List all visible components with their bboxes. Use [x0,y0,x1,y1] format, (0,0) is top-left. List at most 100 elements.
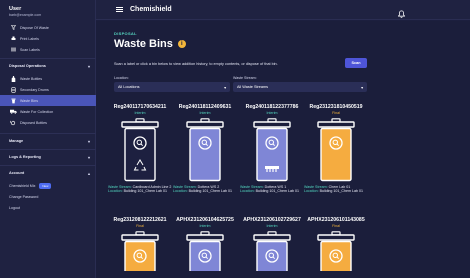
location-select[interactable]: All Locations ▾ [114,82,230,92]
bin-id: APHX231206104625725 [176,217,234,223]
waste-stream-select-value: All Waste Streams [237,85,269,89]
bin-status: Final [332,224,340,228]
waste-bin-card[interactable]: Reg240117170634211 Interim Waste Stream: C… [108,104,172,194]
history-icon [6,120,20,126]
menu-icon[interactable] [116,6,123,13]
bin-meta: Waste Stream: Chem Lab 01 Location: Build… [304,185,368,194]
waste-bin-card[interactable]: Reg240118122377786 Interim Waste Stream: D… [240,104,304,194]
location-key: Location: [108,189,123,194]
bin-icon[interactable] [185,118,225,182]
location-label: Location: [114,76,129,80]
sidebar-item-waste-bottles[interactable]: Waste Bottles [0,73,96,84]
bin-id: Reg240118122377786 [245,104,299,110]
sidebar-item-label: Waste Bins [20,98,39,103]
waste-bin-card[interactable]: Reg231208122212621 Final [108,217,172,271]
bottle-icon [6,75,20,82]
bin-icon[interactable] [316,118,356,182]
user-email: barb@example.com [9,13,42,17]
bin-status: Interim [266,111,278,115]
section-logs-reporting[interactable]: Logs & Reporting ▾ [0,152,96,162]
bin-status: Final [136,224,144,228]
breadcrumb: DISPOSAL [114,31,137,36]
bin-icon[interactable] [120,118,160,182]
bin-id: APHX231206101143085 [307,217,365,223]
section-label: Disposal Operations [9,64,46,68]
location-key: Location: [304,189,319,194]
sidebar-item-chemishield-mix[interactable]: Chemishield Mix New [9,183,52,189]
waste-stream-key: Waste Stream: [173,185,197,189]
sidebar-item-logout[interactable]: Logout [9,206,20,210]
waste-stream-key: Waste Stream: [108,185,132,189]
chevron-down-icon: ▾ [87,138,90,144]
waste-stream-value: Cardboard Admin Line 2 [132,185,172,189]
waste-stream-value: Dottera WS 2 [197,185,220,189]
bin-icon[interactable] [120,231,160,271]
user-block: User barb@example.com [0,0,95,17]
printer-icon [6,36,20,41]
location-value: Building 101_Chem Lab 01 [255,189,299,194]
waste-bin-card[interactable]: Reg240118112409631 Interim Waste Stream: D… [173,104,237,194]
info-icon[interactable]: i [177,40,186,48]
bin-id: APHX231206102729627 [243,217,301,223]
location-select-value: All Locations [118,85,140,89]
sidebar-item-waste-bins[interactable]: Waste Bins [0,95,96,106]
sidebar-item-secondary-drums[interactable]: Secondary Drums [0,84,96,95]
sidebar-item-label: Print Labels [20,36,39,41]
sidebar-item-dispose-of-waste[interactable]: Dispose Of Waste [0,22,96,33]
waste-stream-key: Waste Stream: [304,185,328,189]
location-key: Location: [173,189,188,194]
waste-bin-card[interactable]: APHX231206102729627 Interim [240,217,304,271]
bin-icon[interactable] [185,231,225,271]
user-name: User [9,6,22,12]
section-manage[interactable]: Manage ▾ [0,136,96,146]
section-label: Manage [9,139,24,143]
sidebar-item-label: Waste Bottles [20,76,43,81]
scan-button[interactable]: Scan [345,58,367,68]
waste-stream-select[interactable]: All Waste Streams ▾ [233,82,367,92]
bin-icon[interactable] [316,231,356,271]
location-value: Building 101_Chem Lab 01 [123,189,167,194]
new-badge: New [39,183,52,189]
waste-bin-card[interactable]: APHX231206104625725 Interim [173,217,237,271]
sidebar-item-label: Secondary Drums [20,87,49,92]
app-title: Chemishield [130,6,172,13]
bin-icon[interactable] [252,118,292,182]
sidebar-item-disposed-bottles[interactable]: Disposed Bottles [0,117,96,128]
barcode-icon [6,47,20,52]
divider [0,133,96,134]
main-content: DISPOSAL Waste Bins i Scan a label or cl… [96,21,470,278]
waste-stream-value: Chem Lab 01 [328,185,351,189]
section-account[interactable]: Account ▴ [0,168,96,178]
location-value: Building 101_Chem Lab 01 [319,189,363,194]
section-label: Account [9,171,25,175]
bin-status: Interim [199,111,211,115]
bin-status: Final [332,111,340,115]
chevron-down-icon: ▾ [224,85,226,90]
sidebar: User barb@example.com Dispose Of Waste P… [0,0,96,278]
app: User barb@example.com Dispose Of Waste P… [0,0,470,278]
sidebar-item-waste-for-collection[interactable]: Waste For Collection [0,106,96,117]
waste-stream-label: Waste Stream: [233,76,257,80]
bin-meta: Waste Stream: Cardboard Admin Line 2 Loca… [108,185,172,194]
waste-bin-card[interactable]: Reg231231810450519 Final Waste Stream: Che… [304,104,368,194]
bin-id: Reg240117170634211 [113,104,167,110]
sidebar-item-label: Dispose Of Waste [20,25,49,30]
sidebar-item-scan-labels[interactable]: Scan Labels [0,44,96,55]
sidebar-item-print-labels[interactable]: Print Labels [0,33,96,44]
waste-stream-value: Dottera WS 1 [264,185,287,189]
chevron-down-icon: ▾ [361,85,363,90]
section-disposal-operations[interactable]: Disposal Operations ▾ [0,61,96,71]
location-key: Location: [240,189,255,194]
bin-status: Interim [199,224,211,228]
waste-bin-card[interactable]: APHX231206101143085 Final [304,217,368,271]
sidebar-item-label: Scan Labels [20,47,40,52]
sidebar-item-change-password[interactable]: Change Password [9,195,38,199]
chevron-up-icon: ▴ [87,170,90,176]
chevron-down-icon: ▾ [87,63,90,69]
bin-id: Reg240118112409631 [178,104,232,110]
bin-meta: Waste Stream: Dottera WS 2 Location: Buil… [173,185,237,194]
sidebar-item-label: Waste For Collection [20,109,54,114]
chevron-down-icon: ▾ [87,154,90,160]
bin-id: Reg231231810450519 [309,104,363,110]
bin-icon[interactable] [252,231,292,271]
